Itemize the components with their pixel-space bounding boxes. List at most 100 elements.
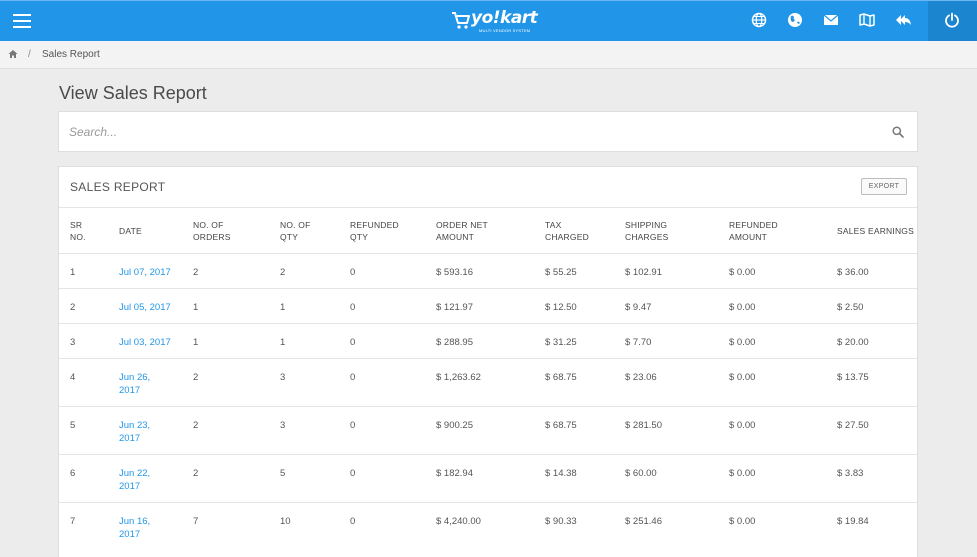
column-header-label: DATE [119,226,142,236]
cell-refunded-amt: $ 0.00 [729,337,756,348]
cell-refunded-qty: 0 [350,468,356,479]
divider [59,207,917,208]
column-header-label: REFUNDED [729,220,778,230]
cell-refunded-qty: 0 [350,420,356,431]
cell-orders: 2 [193,267,199,278]
column-header: REFUNDED QTY [350,219,399,243]
cell-orders: 1 [193,337,199,348]
cell-shipping: $ 9.47 [625,302,652,313]
cell-tax: $ 12.50 [545,302,577,313]
column-header: NO. OF ORDERS [193,219,231,243]
date-link[interactable]: Jun 16, 2017 [119,515,150,541]
export-button[interactable]: EXPORT [861,178,907,195]
column-header-label: SALES EARNINGS [837,226,914,236]
cell-orders: 2 [193,420,199,431]
search-bar [58,111,918,152]
reply-all-icon[interactable] [894,11,912,29]
cell-net: $ 900.25 [436,420,473,431]
date-link[interactable]: Jul 07, 2017 [119,266,171,279]
table-row: 3 Jul 03, 2017 1 1 0 $ 288.95 $ 31.25 $ 7.70 $ 0… [59,323,917,358]
date-text: 2017 [119,385,141,396]
cell-qty: 1 [280,337,286,348]
date-link[interactable]: Jun 23, 2017 [119,419,150,445]
cell-net: $ 4,240.00 [436,516,481,527]
date-link[interactable]: Jul 03, 2017 [119,336,171,349]
column-header-label: QTY [280,232,299,242]
logout-button[interactable] [928,1,977,41]
cell-earnings: $ 36.00 [837,267,869,278]
table-row: 4 Jun 26, 2017 2 3 0 $ 1,263.62 $ 68.75 $ 23.06 $… [59,358,917,406]
cell-refunded-amt: $ 0.00 [729,420,756,431]
map-icon[interactable] [858,11,876,29]
date-link[interactable]: Jun 26, 2017 [119,371,150,397]
globe-icon[interactable] [786,11,804,29]
cell-orders: 7 [193,516,199,527]
date-text: Jun 23, [119,420,151,431]
date-text: Jun 16, [119,516,151,527]
column-header-label: SHIPPING [625,220,668,230]
breadcrumb-separator: / [28,49,31,60]
table-row: 5 Jun 23, 2017 2 3 0 $ 900.25 $ 68.75 $ 281.50 $ … [59,406,917,454]
table-row: 7 Jun 16, 2017 7 10 0 $ 4,240.00 $ 90.33 $ 251.4… [59,502,917,550]
cell-shipping: $ 23.06 [625,372,657,383]
cell-refunded-amt: $ 0.00 [729,302,756,313]
table-row: 2 Jul 05, 2017 1 1 0 $ 121.97 $ 12.50 $ 9.47 $ 0… [59,288,917,323]
cell-tax: $ 90.33 [545,516,577,527]
sales-report-card: SALES REPORT EXPORT SR NO. DATE NO. OF ORDER… [58,166,918,557]
column-header-label: NO. OF [193,220,224,230]
report-title: SALES REPORT [70,180,166,194]
cell-net: $ 182.94 [436,468,473,479]
column-header-label: NO. OF [280,220,311,230]
cell-earnings: $ 20.00 [837,337,869,348]
cell-earnings: $ 27.50 [837,420,869,431]
table-row: 1 Jul 07, 2017 2 2 0 $ 593.16 $ 55.25 $ 102.91 $… [59,253,917,288]
cell-qty: 3 [280,420,286,431]
cell-shipping: $ 7.70 [625,337,652,348]
cell-earnings: $ 19.84 [837,516,869,527]
cell-orders: 1 [193,302,199,313]
language-icon[interactable] [750,11,768,29]
yokart-logo[interactable]: yo!kart MULTI VENDOR SYSTEM [451,8,538,34]
cell-shipping: $ 251.46 [625,516,662,527]
column-header-label: QTY [350,232,369,242]
column-header-label: REFUNDED [350,220,399,230]
cell-refunded-amt: $ 0.00 [729,372,756,383]
cell-refunded-qty: 0 [350,302,356,313]
cell-qty: 5 [280,468,286,479]
power-icon [945,12,959,28]
mail-icon[interactable] [822,11,840,29]
cell-tax: $ 68.75 [545,420,577,431]
cell-refunded-qty: 0 [350,516,356,527]
cell-sr: 1 [70,267,76,278]
cell-sr: 4 [70,372,76,383]
column-header: NO. OF QTY [280,219,310,243]
date-text: Jun 22, [119,468,151,479]
column-header-label: AMOUNT [729,232,768,242]
date-link[interactable]: Jun 22, 2017 [119,467,150,493]
breadcrumb: / Sales Report [0,41,977,69]
cell-earnings: $ 3.83 [837,468,864,479]
cell-net: $ 288.95 [436,337,473,348]
home-icon[interactable] [8,49,18,59]
column-header-label: SR [70,220,83,230]
column-header: DATE [119,225,142,237]
column-header-label: ORDERS [193,232,231,242]
column-header: SHIPPING CHARGES [625,219,668,243]
cell-net: $ 121.97 [436,302,473,313]
search-icon[interactable] [892,126,904,138]
cart-icon [452,12,470,29]
cell-orders: 2 [193,372,199,383]
search-input[interactable] [69,122,869,142]
cell-qty: 3 [280,372,286,383]
cell-refunded-qty: 0 [350,372,356,383]
column-header: TAX CHARGED [545,219,589,243]
cell-refunded-qty: 0 [350,337,356,348]
cell-shipping: $ 281.50 [625,420,662,431]
brand-name: yo!kart [471,8,538,28]
column-header: SALES EARNINGS [837,225,914,237]
cell-sr: 2 [70,302,76,313]
column-header-label: ORDER NET [436,220,488,230]
cell-sr: 6 [70,468,76,479]
date-link[interactable]: Jul 05, 2017 [119,301,171,314]
menu-icon[interactable] [13,14,31,28]
